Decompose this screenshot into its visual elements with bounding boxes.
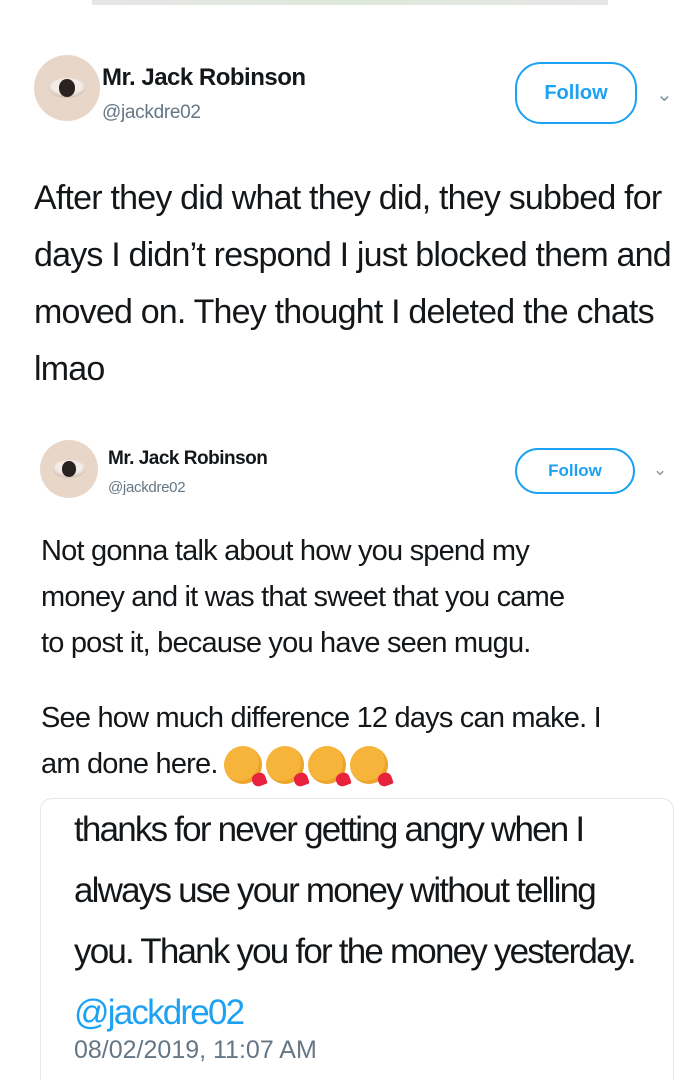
tweet-2: Mr. Jack Robinson @jackdre02 Follow ⌄ No…: [0, 0, 700, 1080]
kissing-face-with-heart-icon: [307, 746, 352, 789]
kissing-face-with-heart-icon: [223, 746, 268, 789]
quoted-mention-link[interactable]: @jackdre02: [74, 993, 245, 1032]
author-handle[interactable]: @jackdre02: [108, 479, 186, 496]
author-name[interactable]: Mr. Jack Robinson: [108, 448, 268, 470]
kissing-face-with-heart-icon: [265, 746, 310, 789]
quoted-tweet-text: thanks for never getting angry when I al…: [74, 799, 664, 1043]
follow-button[interactable]: Follow: [515, 448, 635, 494]
chevron-down-icon[interactable]: ⌄: [653, 460, 667, 480]
quoted-timestamp: 08/02/2019, 11:07 AM: [74, 1036, 317, 1064]
kissing-face-with-heart-icon: [349, 746, 394, 789]
quoted-tweet-card[interactable]: thanks for never getting angry when I al…: [40, 798, 674, 1080]
tweet-text: Not gonna talk about how you spend my mo…: [41, 535, 565, 659]
emoji-group: [223, 746, 394, 789]
tweet-text-2: See how much difference 12 days can make…: [41, 695, 681, 789]
quoted-text: thanks for never getting angry when I al…: [74, 810, 637, 971]
eye-icon: [52, 460, 86, 478]
avatar[interactable]: [40, 440, 98, 498]
